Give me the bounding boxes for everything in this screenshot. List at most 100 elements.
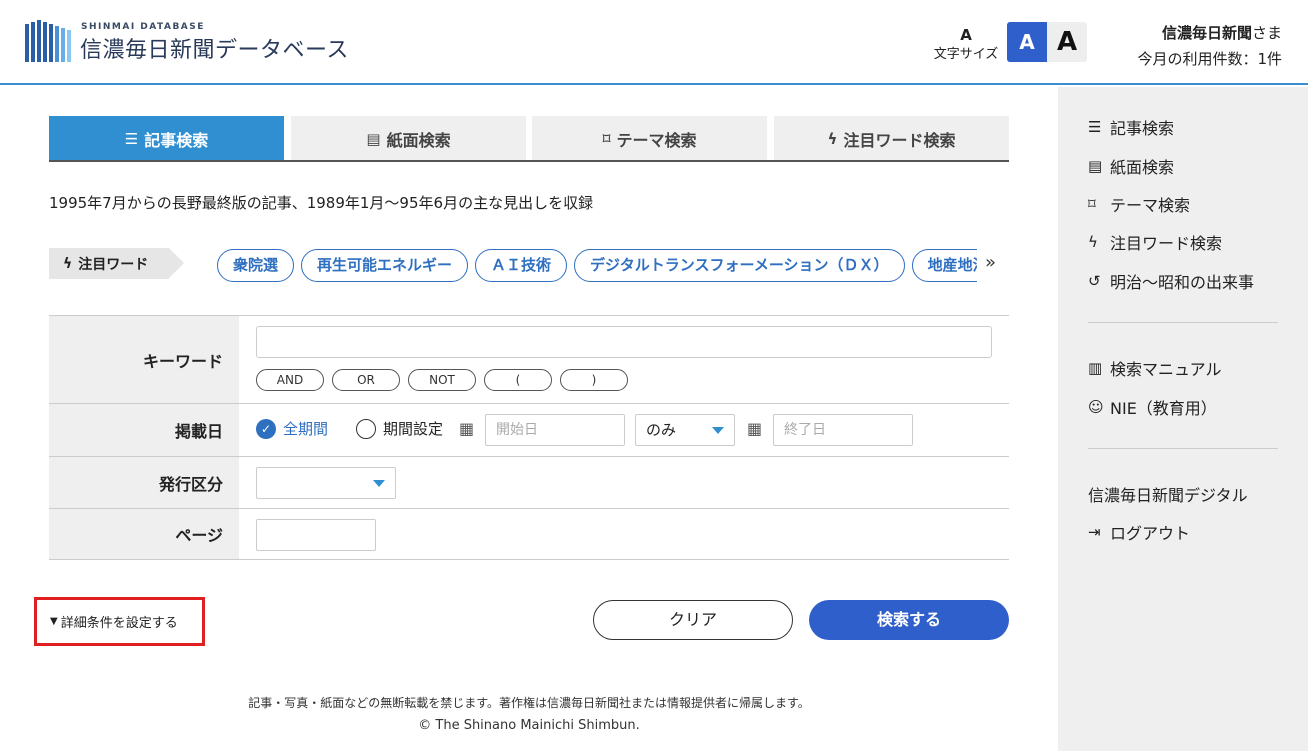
page-input[interactable]	[256, 519, 376, 551]
font-size-text: 文字サイズ	[933, 47, 999, 62]
attention-word-chip[interactable]: 衆院選	[217, 249, 295, 282]
tab-label: 注目ワード検索	[843, 131, 956, 150]
user-suffix: さま	[1251, 24, 1282, 42]
usage-count: 今月の利用件数：1件	[1137, 50, 1282, 68]
sidebar-item-shinmai-digital[interactable]: 信濃毎日新聞デジタル	[1088, 482, 1248, 506]
not-button[interactable]: NOT	[408, 369, 476, 391]
sidebar-item-history-events[interactable]: ↺ 明治〜昭和の出来事	[1088, 269, 1254, 293]
check-icon: ✓	[256, 418, 276, 439]
site-header: SHINMAI DATABASE 信濃毎日新聞データベース A 文字サイズ A …	[0, 0, 1308, 85]
calendar-icon[interactable]: ▦	[747, 419, 762, 438]
keyword-row: キーワード AND OR NOT ( )	[49, 315, 1009, 403]
period-set-label: 期間設定	[383, 420, 444, 438]
user-info: 信濃毎日新聞さま 今月の利用件数：1件	[1137, 20, 1282, 72]
scroll-right-icon[interactable]: »	[985, 252, 996, 273]
open-paren-button[interactable]: (	[484, 369, 552, 391]
site-logo[interactable]	[25, 20, 81, 62]
attention-word-list: 衆院選再生可能エネルギーＡＩ技術デジタルトランスフォーメーション（ＤＸ）地産地消	[217, 249, 977, 283]
book-icon: ▥	[1088, 359, 1103, 377]
search-button[interactable]: 検索する	[809, 600, 1009, 640]
keyword-label: キーワード	[49, 316, 240, 403]
sidebar: ☰ 記事検索 ▤ 紙面検索 ⌑ テーマ検索 ϟ 注目ワード検索 ↺ 明治〜昭和の出来事 ▥…	[1058, 87, 1308, 751]
logo-title: 信濃毎日新聞データベース	[80, 38, 349, 63]
tab-theme-search[interactable]: ⌑ テーマ検索	[532, 116, 767, 162]
keyword-input[interactable]	[256, 326, 992, 358]
date-mode-select[interactable]: のみ	[635, 414, 735, 446]
sidebar-item-label: 明治〜昭和の出来事	[1110, 273, 1255, 292]
bookmark-icon: ⌑	[1088, 195, 1096, 213]
sidebar-item-label: 記事検索	[1110, 119, 1175, 138]
tab-attention-word-search[interactable]: ϟ 注目ワード検索	[774, 116, 1009, 162]
issue-label: 発行区分	[49, 457, 240, 508]
lightning-icon: ϟ	[827, 130, 838, 148]
font-size-large-button[interactable]: A	[1047, 22, 1087, 62]
dropdown-arrow-icon	[373, 480, 385, 487]
search-description: 1995年7月からの長野最終版の記事、1989年1月〜95年6月の主な見出しを収…	[49, 194, 594, 212]
attention-word-chip[interactable]: 再生可能エネルギー	[301, 249, 469, 282]
tab-article-search[interactable]: ☰ 記事検索	[49, 116, 284, 162]
font-size-normal-button[interactable]: A	[1007, 22, 1047, 62]
sidebar-item-label: ログアウト	[1110, 524, 1191, 543]
list-icon: ☰	[1088, 118, 1102, 136]
tab-underline	[49, 160, 1009, 162]
dropdown-arrow-icon	[712, 427, 724, 434]
lightning-icon: ϟ	[63, 255, 73, 272]
tab-paper-search[interactable]: ▤ 紙面検索	[291, 116, 526, 162]
logout-icon: ⇥	[1088, 523, 1101, 541]
sidebar-item-attention-word[interactable]: ϟ 注目ワード検索	[1088, 230, 1222, 254]
list-icon: ☰	[124, 130, 139, 148]
sidebar-item-label: 注目ワード検索	[1110, 234, 1223, 253]
attention-word-chip[interactable]: 地産地消	[911, 249, 977, 282]
issue-select[interactable]	[256, 467, 396, 499]
newspaper-icon: ▤	[1088, 157, 1103, 175]
date-mode-value: のみ	[646, 421, 677, 439]
tab-label: 紙面検索	[386, 131, 451, 150]
user-name: 信濃毎日新聞	[1161, 24, 1252, 42]
and-button[interactable]: AND	[256, 369, 324, 391]
detail-label: 詳細条件を設定する	[60, 616, 178, 631]
triangle-down-icon: ▼	[50, 616, 58, 627]
sidebar-item-label: 信濃毎日新聞デジタル	[1088, 486, 1248, 505]
start-date-input[interactable]: 開始日	[485, 414, 625, 446]
sidebar-item-label: 紙面検索	[1110, 158, 1175, 177]
sidebar-item-label: NIE（教育用）	[1110, 399, 1217, 418]
sidebar-divider	[1088, 448, 1278, 449]
sidebar-item-paper-search[interactable]: ▤ 紙面検索	[1088, 154, 1174, 178]
calendar-icon[interactable]: ▦	[459, 419, 474, 438]
detail-conditions-toggle[interactable]: ▼ 詳細条件を設定する	[34, 597, 205, 646]
end-date-input[interactable]: 終了日	[773, 414, 913, 446]
history-icon: ↺	[1088, 272, 1101, 290]
sidebar-item-nie[interactable]: ☺ NIE（教育用）	[1088, 395, 1217, 419]
radio-circle-icon	[356, 418, 376, 439]
copyright: © The Shinano Mainichi Shimbun.	[418, 718, 640, 733]
tab-label: テーマ検索	[616, 131, 697, 150]
date-label: 掲載日	[49, 404, 240, 456]
sidebar-item-theme-search[interactable]: ⌑ テーマ検索	[1088, 192, 1190, 216]
close-paren-button[interactable]: )	[560, 369, 628, 391]
font-size-icon: A	[960, 26, 972, 44]
sidebar-item-article-search[interactable]: ☰ 記事検索	[1088, 115, 1174, 139]
font-size-label: A 文字サイズ	[930, 27, 1002, 62]
date-row: 掲載日 ✓ 全期間 期間設定 ▦ 開始日 のみ ▦ 終了日	[49, 403, 1009, 456]
logo-subtitle: SHINMAI DATABASE	[81, 22, 205, 32]
attention-word-label: ϟ 注目ワード	[49, 248, 184, 279]
sidebar-item-manual[interactable]: ▥ 検索マニュアル	[1088, 356, 1222, 380]
sidebar-divider	[1088, 322, 1278, 323]
attention-word-chip[interactable]: ＡＩ技術	[475, 249, 568, 282]
or-button[interactable]: OR	[332, 369, 400, 391]
page-row: ページ	[49, 508, 1009, 560]
issue-row: 発行区分	[49, 456, 1009, 508]
copyright-notice: 記事・写真・紙面などの無断転載を禁じます。著作権は信濃毎日新聞社または情報提供者…	[248, 696, 810, 710]
sidebar-item-label: テーマ検索	[1110, 196, 1191, 215]
attention-label-text: 注目ワード	[78, 256, 149, 273]
search-form: キーワード AND OR NOT ( ) 掲載日 ✓ 全期間 期間設定 ▦ 開始日…	[49, 315, 1009, 560]
newspaper-icon: ▤	[366, 130, 381, 148]
page-label: ページ	[49, 509, 240, 559]
bookmark-icon: ⌑	[602, 130, 611, 148]
clear-button[interactable]: クリア	[593, 600, 793, 640]
attention-word-chip[interactable]: デジタルトランスフォーメーション（ＤＸ）	[574, 249, 905, 282]
all-period-radio[interactable]: ✓ 全期間	[256, 418, 328, 439]
sidebar-item-logout[interactable]: ⇥ ログアウト	[1088, 520, 1190, 544]
period-set-radio[interactable]: 期間設定	[356, 418, 443, 439]
logo-bars-icon	[25, 20, 75, 62]
